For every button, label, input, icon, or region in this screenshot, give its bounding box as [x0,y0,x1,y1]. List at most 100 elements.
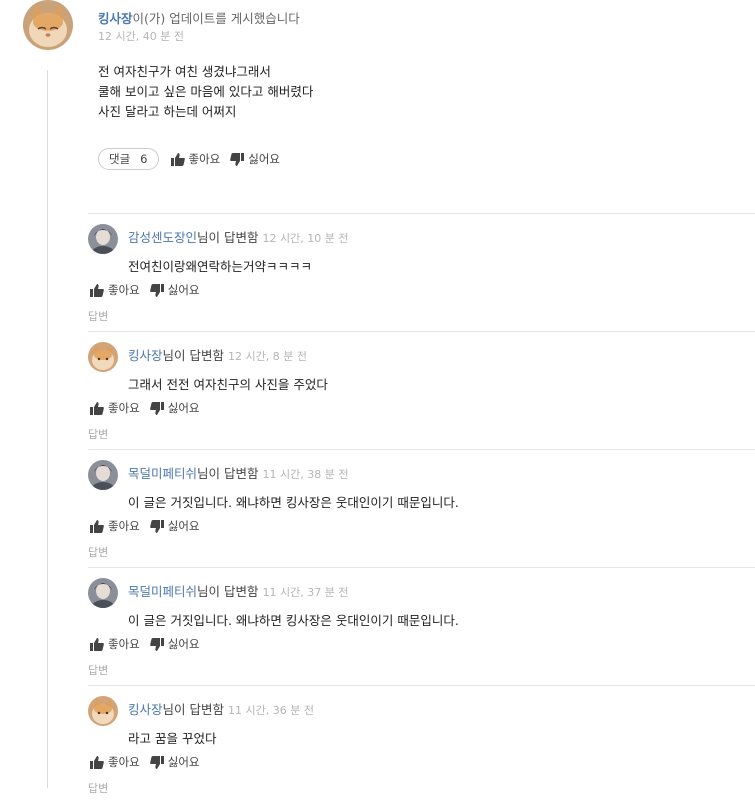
reply-avatar[interactable] [88,460,118,490]
dislike-button[interactable]: 싫어요 [149,636,200,652]
reply-suffix: 님이 답변함 [197,584,259,599]
dislike-label: 싫어요 [167,283,200,297]
dislike-label: 싫어요 [167,519,200,533]
reply-actions: 좋아요 싫어요 [90,518,210,534]
thumbs-down-icon [149,401,164,415]
reply-item: 킹사장님이 답변함 11 시간, 36 분 전라고 꿈을 꾸었다좋아요 싫어요답변 [88,685,755,804]
dislike-button[interactable]: 싫어요 [149,518,200,534]
thumbs-up-icon [90,401,104,415]
reply-author-link[interactable]: 감성센도장인 [128,230,197,245]
reply-item: 감성센도장인님이 답변함 12 시간, 10 분 전전여친이랑왜연락하는거약ㅋㅋㅋ… [88,213,755,332]
reply-answer-link[interactable]: 답변 [88,544,108,560]
thumbs-down-icon [230,152,245,166]
comments-count: 6 [140,152,148,166]
reply-header: 킹사장님이 답변함 11 시간, 36 분 전 [128,699,314,718]
dislike-label: 싫어요 [167,637,200,651]
reply-header: 감성센도장인님이 답변함 12 시간, 10 분 전 [128,227,348,246]
reply-item: 목덜미페티쉬님이 답변함 11 시간, 38 분 전이 글은 거짓입니다. 왜냐하… [88,449,755,568]
reply-header: 목덜미페티쉬님이 답변함 11 시간, 37 분 전 [128,581,348,600]
post-line: 전 여자친구가 여친 생겼냐그래서 [98,64,271,79]
cat-avatar-icon [88,342,118,372]
reply-text: 이 글은 거짓입니다. 왜냐하면 킹사장은 웃대인이기 때문입니다. [128,495,459,510]
reply-suffix: 님이 답변함 [197,230,259,245]
thumbs-down-icon [149,283,164,297]
reply-author-link[interactable]: 킹사장 [128,348,163,363]
thumbs-up-icon [90,519,104,533]
reply-text: 라고 꿈을 꾸었다 [128,731,217,746]
post-header: 킹사장이(가) 업데이트를 게시했습니다 [98,8,300,27]
reply-timestamp[interactable]: 12 시간, 8 분 전 [228,350,307,363]
reply-answer-link[interactable]: 답변 [88,308,108,324]
dislike-button[interactable]: 싫어요 [230,151,280,167]
thumbs-up-icon [90,283,104,297]
reply-item: 킹사장님이 답변함 12 시간, 8 분 전그래서 전전 여자친구의 사진을 주었… [88,331,755,450]
reply-author-link[interactable]: 목덜미페티쉬 [128,466,197,481]
thumbs-down-icon [149,637,164,651]
post-body: 전 여자친구가 여친 생겼냐그래서 쿨해 보이고 싶은 마음에 있다고 해버렸다… [98,62,313,122]
reply-timestamp[interactable]: 11 시간, 38 분 전 [263,468,349,481]
reply-timestamp[interactable]: 12 시간, 10 분 전 [263,232,349,245]
like-label: 좋아요 [108,637,140,651]
dislike-label: 싫어요 [167,755,200,769]
like-label: 좋아요 [188,152,221,166]
person-avatar-icon [88,224,118,254]
like-label: 좋아요 [108,519,140,533]
thread-line [47,70,48,788]
like-button[interactable]: 좋아요 [170,151,221,167]
reply-avatar[interactable] [88,342,118,372]
reply-avatar[interactable] [88,578,118,608]
like-label: 좋아요 [108,283,140,297]
like-button[interactable]: 좋아요 [90,282,140,298]
reply-author-link[interactable]: 목덜미페티쉬 [128,584,197,599]
post-author-link[interactable]: 킹사장 [98,11,133,26]
reply-suffix: 님이 답변함 [162,348,224,363]
post-timestamp[interactable]: 12 시간, 40 분 전 [98,28,184,44]
reply-text: 이 글은 거짓입니다. 왜냐하면 킹사장은 웃대인이기 때문입니다. [128,613,459,628]
author-avatar[interactable] [23,0,73,50]
reply-timestamp[interactable]: 11 시간, 37 분 전 [263,586,349,599]
reply-timestamp[interactable]: 11 시간, 36 분 전 [228,704,314,717]
dislike-label: 싫어요 [167,401,200,415]
reply-actions: 좋아요 싫어요 [90,636,210,652]
comments-button[interactable]: 댓글 6 [98,148,159,170]
reply-author-link[interactable]: 킹사장 [128,702,163,717]
reply-item: 목덜미페티쉬님이 답변함 11 시간, 37 분 전이 글은 거짓입니다. 왜냐하… [88,567,755,686]
reply-suffix: 님이 답변함 [162,702,224,717]
reply-answer-link[interactable]: 답변 [88,662,108,678]
reply-text: 그래서 전전 여자친구의 사진을 주었다 [128,377,328,392]
reply-header: 킹사장님이 답변함 12 시간, 8 분 전 [128,345,307,364]
post-line: 사진 달라고 하는데 어쩌지 [98,104,237,119]
like-button[interactable]: 좋아요 [90,518,140,534]
reply-actions: 좋아요 싫어요 [90,400,210,416]
thumbs-down-icon [149,755,164,769]
like-label: 좋아요 [108,755,140,769]
reply-answer-link[interactable]: 답변 [88,426,108,442]
thumbs-up-icon [90,755,104,769]
reply-avatar[interactable] [88,696,118,726]
thumbs-up-icon [170,152,185,166]
reply-text: 전여친이랑왜연락하는거약ㅋㅋㅋㅋ [128,259,313,274]
dislike-label: 싫어요 [248,152,280,166]
reply-header: 목덜미페티쉬님이 답변함 11 시간, 38 분 전 [128,463,348,482]
dislike-button[interactable]: 싫어요 [149,282,200,298]
post-line: 쿨해 보이고 싶은 마음에 있다고 해버렸다 [98,84,314,99]
like-button[interactable]: 좋아요 [90,636,140,652]
cat-avatar-icon [23,0,73,50]
thumbs-up-icon [90,637,104,651]
reply-actions: 좋아요 싫어요 [90,754,210,770]
dislike-button[interactable]: 싫어요 [149,754,200,770]
post-actions: 댓글 6 좋아요 싫어요 [98,148,290,170]
comments-label: 댓글 [109,152,131,166]
like-button[interactable]: 좋아요 [90,754,140,770]
post-action-text: 이(가) 업데이트를 게시했습니다 [132,11,300,26]
reply-actions: 좋아요 싫어요 [90,282,210,298]
dislike-button[interactable]: 싫어요 [149,400,200,416]
reply-avatar[interactable] [88,224,118,254]
like-label: 좋아요 [108,401,140,415]
thumbs-down-icon [149,519,164,533]
person-avatar-icon [88,460,118,490]
person-avatar-icon [88,578,118,608]
cat-avatar-icon [88,696,118,726]
like-button[interactable]: 좋아요 [90,400,140,416]
reply-answer-link[interactable]: 답변 [88,780,108,796]
